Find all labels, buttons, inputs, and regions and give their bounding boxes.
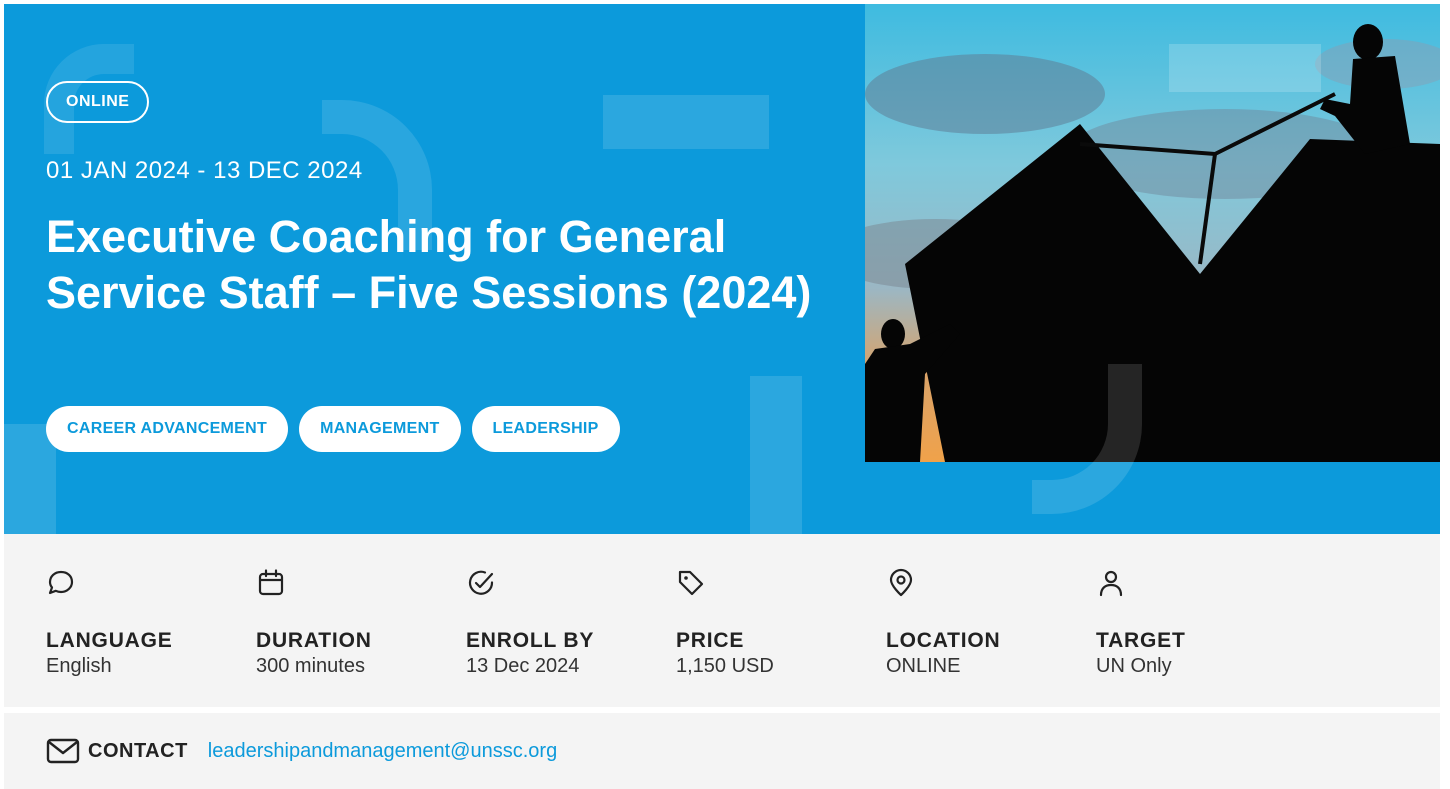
fact-value: English [46, 655, 112, 677]
fact-label: ENROLL BY [466, 629, 595, 652]
decor-bar [750, 376, 802, 534]
fact-enroll-by: ENROLL BY 13 Dec 2024 [466, 568, 676, 678]
contact-label: CONTACT [88, 739, 188, 762]
contact-email-link[interactable]: leadershipandmanagement@unssc.org [208, 740, 557, 763]
mail-icon [46, 737, 80, 765]
course-title: Executive Coaching for General Service S… [46, 211, 812, 318]
course-hero: ONLINE 01 JAN 2024 - 13 DEC 2024 Executi… [4, 4, 1440, 534]
fact-label: LANGUAGE [46, 629, 173, 652]
fact-label: TARGET [1096, 629, 1186, 652]
fact-value: UN Only [1096, 655, 1172, 677]
fact-duration: DURATION 300 minutes [256, 568, 466, 678]
tag-leadership[interactable]: LEADERSHIP [471, 406, 620, 452]
fact-value: 300 minutes [256, 655, 365, 677]
price-tag-icon [676, 568, 706, 598]
fact-target: TARGET UN Only [1096, 568, 1306, 678]
location-pin-icon [886, 568, 916, 598]
topic-tags: CAREER ADVANCEMENT MANAGEMENT LEADERSHIP [46, 406, 620, 452]
fact-location: LOCATION ONLINE [886, 568, 1096, 678]
fact-value: 13 Dec 2024 [466, 655, 580, 677]
tag-career-advancement[interactable]: CAREER ADVANCEMENT [46, 406, 289, 452]
decor-rectangle [603, 95, 769, 149]
contact-bar: CONTACT leadershipandmanagement@unssc.or… [4, 713, 1440, 789]
decor-arc [1032, 364, 1142, 514]
fact-label: DURATION [256, 629, 372, 652]
delivery-mode-badge: ONLINE [46, 81, 150, 123]
course-facts-panel: LANGUAGE English DURATION 300 minutes EN… [4, 534, 1440, 707]
fact-label: PRICE [676, 629, 745, 652]
calendar-icon [256, 568, 286, 598]
fact-label: LOCATION [886, 629, 1001, 652]
chat-bubble-icon [46, 568, 76, 598]
user-icon [1096, 568, 1126, 598]
fact-language: LANGUAGE English [46, 568, 256, 678]
course-dates: 01 JAN 2024 - 13 DEC 2024 [46, 157, 363, 184]
climbing-silhouette-image [865, 4, 1440, 462]
fact-value: ONLINE [886, 655, 961, 677]
check-circle-icon [466, 568, 496, 598]
fact-price: PRICE 1,150 USD [676, 568, 886, 678]
fact-value: 1,150 USD [676, 655, 774, 677]
tag-management[interactable]: MANAGEMENT [299, 406, 461, 452]
